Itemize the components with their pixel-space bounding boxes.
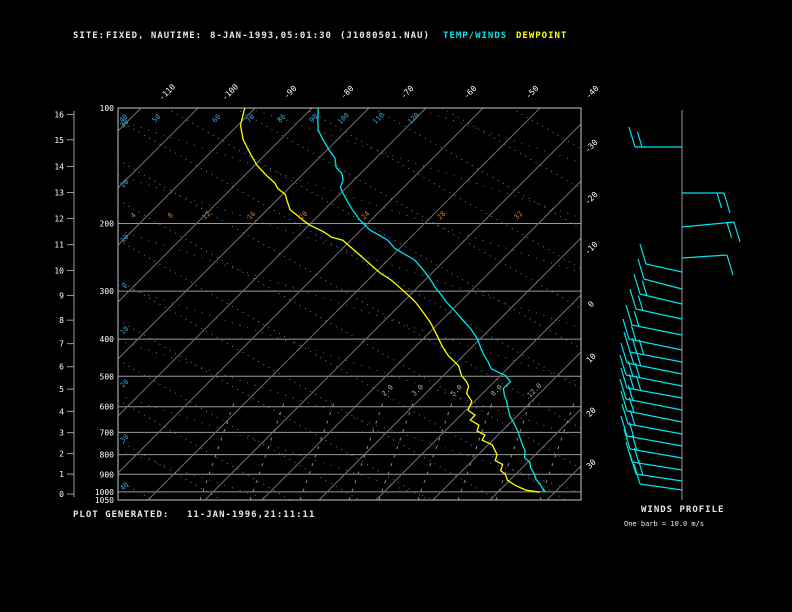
svg-text:20: 20 [585,406,598,419]
svg-text:700: 700 [100,428,115,437]
svg-text:80: 80 [276,113,288,125]
skewt-app-window: SITE: FIXED, NAU TIME: 8-JAN-1993,05:01:… [0,0,792,612]
winds-profile-title: WINDS PROFILE [641,505,725,515]
svg-text:3: 3 [59,429,64,438]
svg-text:8.0: 8.0 [489,383,504,398]
wind-barb [633,273,683,305]
winds-profile-legend: One barb = 10.0 m/s [624,520,705,528]
svg-text:6: 6 [59,363,64,372]
svg-text:-10: -10 [583,240,600,257]
svg-text:4: 4 [59,407,64,416]
svg-text:-100: -100 [220,82,240,102]
wind-barb [628,126,682,148]
svg-text:0: 0 [59,490,64,499]
isotherms [117,107,582,501]
svg-text:70: 70 [245,113,257,125]
svg-text:100: 100 [100,104,115,113]
svg-text:12.0: 12.0 [526,382,544,400]
svg-text:10: 10 [54,266,64,275]
svg-text:800: 800 [100,451,115,460]
svg-text:20: 20 [119,378,131,390]
svg-text:16: 16 [54,111,64,120]
svg-text:28: 28 [436,210,448,222]
svg-text:-80: -80 [339,84,356,101]
moist-adiabats [117,107,582,501]
svg-text:-20: -20 [583,190,600,207]
svg-text:11: 11 [54,241,64,250]
svg-text:20: 20 [119,178,131,190]
svg-text:400: 400 [100,335,115,344]
svg-text:300: 300 [100,287,115,296]
svg-text:-30: -30 [583,138,600,155]
svg-text:32: 32 [513,210,525,222]
svg-text:500: 500 [100,372,115,381]
dewpoint-trace [239,107,541,493]
svg-text:16: 16 [246,210,258,222]
svg-text:12: 12 [201,210,213,222]
svg-text:9: 9 [59,292,64,301]
height-axis: 161514131211109876543210 [54,111,75,499]
dry-adiabats [117,107,582,501]
svg-text:600: 600 [100,403,115,412]
svg-text:-60: -60 [462,84,479,101]
mixing-ratio-labels: 2.0 3.0 5.0 8.0 12.0 [380,382,543,400]
svg-text:12: 12 [54,214,64,223]
svg-text:-90: -90 [282,84,299,101]
svg-text:2: 2 [59,450,64,459]
svg-text:-40: -40 [584,84,601,101]
plot-generated-label: PLOT GENERATED: [73,510,170,520]
wind-barb [623,331,683,363]
svg-text:-70: -70 [399,84,416,101]
svg-text:30: 30 [585,458,598,471]
svg-text:110: 110 [371,111,386,126]
wind-barb [637,258,683,290]
temperature-trace [317,107,547,493]
svg-text:60: 60 [211,113,223,125]
svg-text:-50: -50 [524,84,541,101]
svg-text:120: 120 [406,111,421,126]
right-temp-labels: -30 -20 -10 0 10 20 30 [583,138,600,471]
svg-text:24: 24 [360,210,372,222]
svg-text:20: 20 [298,210,310,222]
svg-text:7: 7 [59,340,64,349]
svg-text:8: 8 [166,211,175,220]
plot-border [117,107,582,501]
wind-barb [682,192,731,214]
svg-text:200: 200 [100,220,115,229]
svg-text:1050: 1050 [95,496,114,505]
svg-text:4: 4 [129,211,138,220]
svg-text:15: 15 [54,136,64,145]
wind-barb [625,304,683,336]
svg-text:-110: -110 [157,82,177,102]
svg-text:8: 8 [59,316,64,325]
wind-barb [629,288,683,320]
plot-generated-value: 11-JAN-1996,21:11:11 [187,510,316,520]
svg-text:1: 1 [59,470,64,479]
svg-text:5.0: 5.0 [449,383,464,398]
svg-text:30: 30 [119,433,131,445]
svg-text:2.0: 2.0 [380,383,395,398]
svg-text:40: 40 [119,481,131,493]
svg-text:10: 10 [585,352,598,365]
svg-text:13: 13 [54,188,64,197]
svg-text:0: 0 [586,299,596,309]
pressure-gridlines [118,107,581,501]
svg-text:50: 50 [151,113,163,125]
top-temp-labels: -110 -100 -90 -80 -70 -60 -50 -40 [157,82,600,102]
pressure-axis-labels: 10020030040050060070080090010001050 [95,104,114,505]
svg-text:5: 5 [59,385,64,394]
wind-barb [620,390,683,423]
wind-barb [681,254,734,276]
svg-text:900: 900 [100,470,115,479]
wind-barb [681,221,741,243]
svg-text:100: 100 [336,111,351,126]
svg-text:0: 0 [120,281,129,290]
svg-text:14: 14 [54,162,64,171]
moist-adiabat-labels: 4 8 12 16 20 24 28 32 [129,210,524,222]
wind-barb [639,243,683,273]
